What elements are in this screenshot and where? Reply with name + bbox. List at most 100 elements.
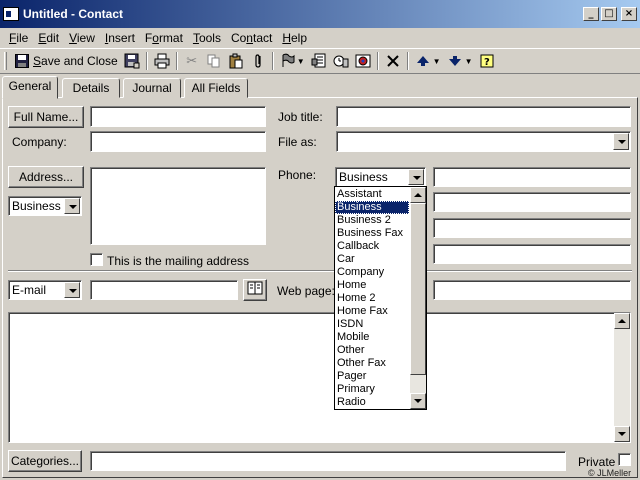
scroll-up-button[interactable] [410, 187, 426, 203]
menu-insert[interactable]: Insert [100, 31, 140, 45]
address-book-icon [247, 281, 263, 298]
menu-view[interactable]: View [64, 31, 100, 45]
categories-button[interactable]: Categories... [8, 450, 82, 472]
email-input[interactable] [90, 280, 238, 300]
dropdown-option[interactable]: Assistant [335, 188, 409, 201]
meeting-button[interactable] [330, 51, 352, 71]
dropdown-option[interactable]: ISDN [335, 318, 409, 331]
phone-type-dropdown[interactable]: Assistant Business Business 2 Business Fax C… [334, 186, 427, 410]
toolbar-separator [406, 52, 409, 70]
dropdown-option[interactable]: Home Fax [335, 305, 409, 318]
dropdown-option[interactable]: Business 2 [335, 214, 409, 227]
dropdown-option[interactable]: Radio [335, 396, 409, 409]
scroll-up-button[interactable] [614, 313, 630, 329]
title-bar: Untitled - Contact _ □ × [0, 0, 640, 28]
dropdown-scrollbar[interactable] [410, 187, 426, 409]
contact-card-icon[interactable] [3, 7, 19, 21]
chevron-down-icon[interactable] [613, 133, 629, 150]
address-book-button[interactable] [243, 279, 267, 301]
phone-input-4[interactable] [433, 244, 631, 264]
save-and-close-button[interactable]: Save and Close [11, 51, 121, 71]
previous-item-button[interactable]: ▼ [412, 51, 444, 71]
help-button[interactable]: ? [476, 51, 498, 71]
cut-button[interactable]: ✂ [181, 51, 203, 71]
chevron-down-icon[interactable]: ▼ [297, 57, 305, 66]
chevron-down-icon[interactable] [408, 169, 424, 185]
printer-icon [154, 53, 170, 69]
address-textarea[interactable] [90, 167, 266, 245]
maximize-button[interactable]: □ [601, 7, 617, 21]
web-page-input[interactable] [433, 280, 631, 300]
chevron-down-icon[interactable] [64, 198, 80, 214]
dropdown-option[interactable]: Business Fax [335, 227, 409, 240]
menu-tools[interactable]: Tools [188, 31, 226, 45]
scroll-down-button[interactable] [614, 426, 630, 442]
chevron-down-icon[interactable]: ▼ [433, 57, 441, 66]
call-button[interactable] [352, 51, 374, 71]
chevron-down-icon[interactable] [64, 282, 80, 298]
notes-textarea[interactable] [8, 312, 631, 443]
dropdown-option[interactable]: Home 2 [335, 292, 409, 305]
tab-journal[interactable]: Journal [123, 78, 181, 98]
company-input[interactable] [90, 131, 266, 152]
phone-input-2[interactable] [433, 192, 631, 212]
copy-button[interactable] [203, 51, 225, 71]
save-button[interactable] [121, 51, 143, 71]
dropdown-option[interactable]: Other Fax [335, 357, 409, 370]
attach-button[interactable] [247, 51, 269, 71]
scroll-thumb[interactable] [410, 203, 426, 375]
delete-button[interactable] [382, 51, 404, 71]
down-arrow-icon [447, 53, 463, 69]
new-letter-button[interactable] [308, 51, 330, 71]
phone-call-icon [355, 53, 371, 69]
dropdown-option[interactable]: Primary [335, 383, 409, 396]
address-button[interactable]: Address... [8, 166, 84, 188]
menu-edit[interactable]: Edit [33, 31, 64, 45]
dropdown-option[interactable]: Car [335, 253, 409, 266]
tab-details[interactable]: Details [62, 78, 120, 98]
next-item-button[interactable]: ▼ [444, 51, 476, 71]
categories-input[interactable] [90, 451, 566, 471]
dropdown-option[interactable]: Mobile [335, 331, 409, 344]
print-button[interactable] [151, 51, 173, 71]
menu-contact[interactable]: Contact [226, 31, 277, 45]
mailing-address-checkbox[interactable] [90, 253, 103, 266]
menu-bar: File Edit View Insert Format Tools Conta… [0, 28, 640, 48]
toolbar-grip[interactable] [4, 52, 7, 70]
menu-format[interactable]: Format [140, 31, 188, 45]
email-type-combo[interactable]: E-mail [8, 280, 82, 300]
full-name-button[interactable]: Full Name... [8, 106, 84, 128]
paperclip-icon [250, 53, 266, 69]
close-button[interactable]: × [621, 7, 637, 21]
up-arrow-icon [415, 53, 431, 69]
paste-button[interactable] [225, 51, 247, 71]
dropdown-option[interactable]: Home [335, 279, 409, 292]
dropdown-option[interactable]: Pager [335, 370, 409, 383]
job-title-input[interactable] [336, 106, 631, 127]
address-type-combo[interactable]: Business [8, 196, 82, 216]
phone-type-combo[interactable]: Business [335, 167, 426, 187]
dropdown-option[interactable]: Callback [335, 240, 409, 253]
scroll-down-button[interactable] [410, 393, 426, 409]
follow-up-button[interactable]: ▼ [277, 51, 308, 71]
company-label: Company: [12, 135, 67, 149]
dropdown-option[interactable]: Company [335, 266, 409, 279]
chevron-down-icon[interactable]: ▼ [465, 57, 473, 66]
private-checkbox[interactable] [618, 453, 631, 466]
phone-label: Phone: [278, 168, 317, 182]
phone-input-1[interactable] [433, 167, 631, 187]
minimize-button[interactable]: _ [583, 7, 599, 21]
delete-x-icon [385, 53, 401, 69]
full-name-input[interactable] [90, 106, 266, 127]
file-as-combo[interactable] [336, 131, 631, 152]
phone-input-3[interactable] [433, 218, 631, 238]
floppy-disk-icon [14, 53, 30, 69]
dropdown-option[interactable]: Other [335, 344, 409, 357]
file-as-label: File as: [278, 135, 317, 149]
menu-help[interactable]: Help [277, 31, 312, 45]
notes-scrollbar[interactable] [614, 313, 630, 442]
menu-file[interactable]: File [4, 31, 33, 45]
dropdown-option[interactable]: Business [335, 201, 409, 214]
tab-general[interactable]: General [2, 76, 58, 99]
tab-all-fields[interactable]: All Fields [184, 78, 248, 98]
